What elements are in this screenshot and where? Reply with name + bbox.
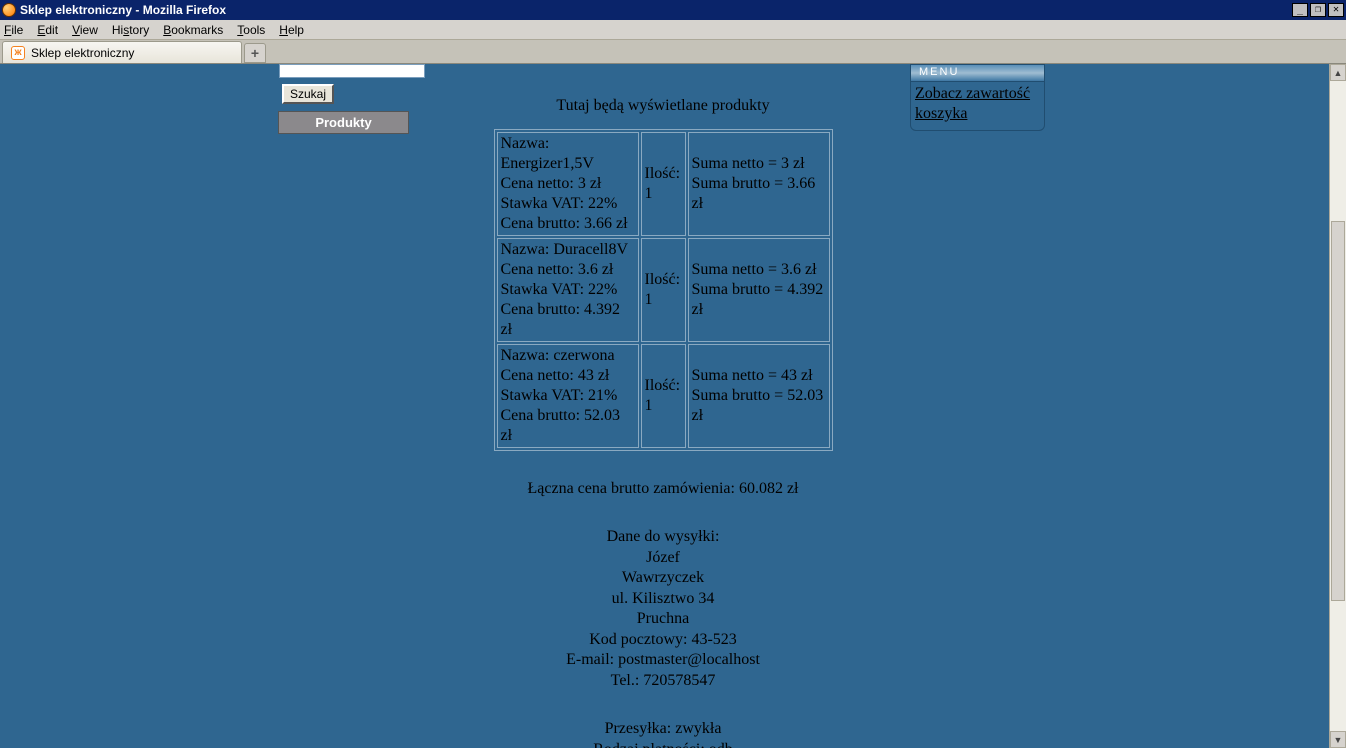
scroll-track[interactable] xyxy=(1330,81,1346,731)
minimize-button[interactable]: _ xyxy=(1292,3,1308,17)
scroll-up-button[interactable]: ▲ xyxy=(1330,64,1346,81)
cell-description: Nazwa: Energizer1,5VCena netto: 3 złStaw… xyxy=(497,132,639,236)
new-tab-button[interactable]: + xyxy=(244,43,266,63)
cart-table: Nazwa: Energizer1,5VCena netto: 3 złStaw… xyxy=(494,129,833,451)
table-row: Nazwa: Energizer1,5VCena netto: 3 złStaw… xyxy=(497,132,830,236)
menu-bookmarks[interactable]: Bookmarks xyxy=(163,23,223,37)
tab-label: Sklep elektroniczny xyxy=(31,46,134,60)
window-titlebar: Sklep elektroniczny - Mozilla Firefox _ … xyxy=(0,0,1346,20)
main-content: Tutaj będą wyświetlane produkty Nazwa: E… xyxy=(280,64,1046,748)
cell-quantity: Ilość: 1 xyxy=(641,132,686,236)
cell-sum: Suma netto = 43 złSuma brutto = 52.03 zł xyxy=(688,344,830,448)
tab-active[interactable]: ж Sklep elektroniczny xyxy=(2,41,242,63)
table-row: Nazwa: czerwonaCena netto: 43 złStawka V… xyxy=(497,344,830,448)
menu-view[interactable]: View xyxy=(72,23,98,37)
menu-help[interactable]: Help xyxy=(279,23,304,37)
maximize-button[interactable]: ❐ xyxy=(1310,3,1326,17)
cell-sum: Suma netto = 3.6 złSuma brutto = 4.392 z… xyxy=(688,238,830,342)
menu-tools[interactable]: Tools xyxy=(237,23,265,37)
cell-quantity: Ilość: 1 xyxy=(641,238,686,342)
xampp-icon: ж xyxy=(11,46,25,60)
vertical-scrollbar[interactable]: ▲ ▼ xyxy=(1329,64,1346,748)
cell-sum: Suma netto = 3 złSuma brutto = 3.66 zł xyxy=(688,132,830,236)
menu-history[interactable]: History xyxy=(112,23,149,37)
menubar: File Edit View History Bookmarks Tools H… xyxy=(0,20,1346,40)
menu-edit[interactable]: Edit xyxy=(37,23,58,37)
viewport: Szukaj Produkty MENU Zobacz zawartość ko… xyxy=(0,64,1346,748)
page-content: Szukaj Produkty MENU Zobacz zawartość ko… xyxy=(0,64,1329,748)
scroll-down-button[interactable]: ▼ xyxy=(1330,731,1346,748)
tab-strip: ж Sklep elektroniczny + xyxy=(0,40,1346,64)
scroll-thumb[interactable] xyxy=(1331,221,1345,601)
menu-file[interactable]: File xyxy=(4,23,23,37)
shipping-block: Dane do wysyłki: Józef Wawrzyczek ul. Ki… xyxy=(280,527,1046,691)
firefox-icon xyxy=(2,3,16,17)
cell-quantity: Ilość: 1 xyxy=(641,344,686,448)
cell-description: Nazwa: czerwonaCena netto: 43 złStawka V… xyxy=(497,344,639,448)
table-row: Nazwa: Duracell8VCena netto: 3.6 złStawk… xyxy=(497,238,830,342)
order-total: Łączna cena brutto zamówienia: 60.082 zł xyxy=(280,479,1046,499)
window-title: Sklep elektroniczny - Mozilla Firefox xyxy=(20,3,226,17)
close-button[interactable]: ✕ xyxy=(1328,3,1344,17)
main-heading: Tutaj będą wyświetlane produkty xyxy=(280,97,1046,115)
delivery-block: Przesyłka: zwykła Rodzaj płatności: odb xyxy=(280,719,1046,748)
cell-description: Nazwa: Duracell8VCena netto: 3.6 złStawk… xyxy=(497,238,639,342)
